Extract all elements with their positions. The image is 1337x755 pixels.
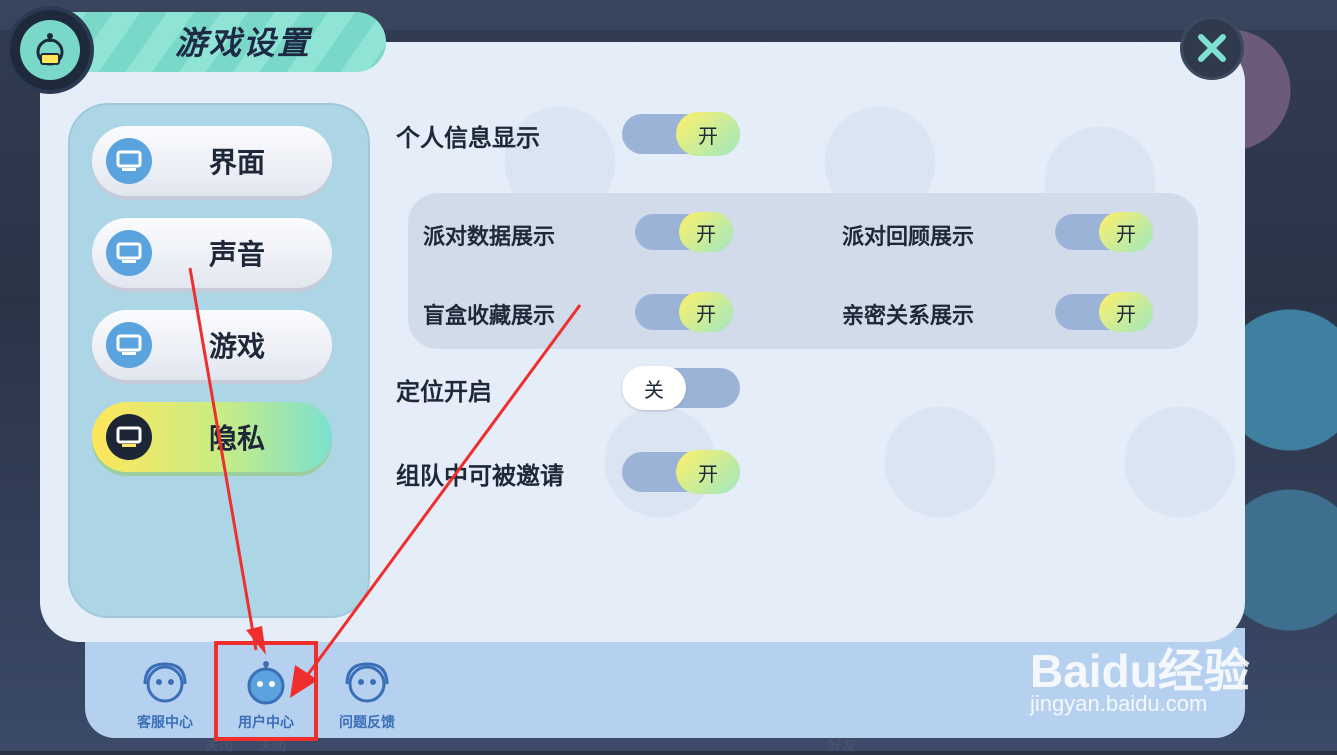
toggle-knob: 开 [1099, 292, 1153, 332]
page-title: 游戏设置 [175, 24, 312, 62]
feedback-button[interactable]: 问题反馈 [322, 660, 412, 732]
toggle-knob: 开 [679, 212, 733, 252]
intimacy-toggle[interactable]: 开 [1055, 292, 1153, 332]
headset-robot-icon [143, 662, 187, 703]
headset-robot-icon [345, 662, 389, 703]
nav-item-game[interactable]: 游戏 [92, 310, 332, 380]
watermark-url: jingyan.baidu.com [1030, 691, 1208, 716]
close-button[interactable] [1180, 16, 1244, 80]
nav-item-sound[interactable]: 声音 [92, 218, 332, 288]
baidu-watermark: Baidu经验 jingyan.baidu.com [1030, 605, 1290, 720]
bottom-fragment: 好友 [828, 738, 856, 754]
customer-service-button[interactable]: 客服中心 [120, 660, 210, 732]
nav-item-label: 声音 [208, 238, 265, 271]
toggle-knob: 开 [1099, 212, 1153, 252]
blindbox-toggle[interactable]: 开 [635, 292, 733, 332]
party-review-toggle[interactable]: 开 [1055, 212, 1153, 252]
party-review-label: 派对回顾展示 [842, 225, 975, 250]
nav-item-label: 界面 [208, 146, 265, 179]
annotation-highlight-box [214, 641, 318, 741]
toggle-knob: 关 [622, 366, 686, 410]
bottom-item-label: 客服中心 [137, 715, 193, 731]
team-invite-label: 组队中可被邀请 [396, 462, 564, 490]
team-invite-toggle[interactable]: 开 [622, 450, 740, 494]
settings-logo [6, 6, 94, 94]
intimacy-label: 亲密关系展示 [842, 304, 975, 329]
close-icon [1198, 34, 1226, 62]
nav-item-label: 隐私 [208, 422, 265, 455]
toggle-knob: 开 [676, 112, 740, 156]
location-toggle[interactable]: 关 [622, 366, 740, 410]
toggle-knob: 开 [676, 450, 740, 494]
personal-info-toggle[interactable]: 开 [622, 112, 740, 156]
party-data-toggle[interactable]: 开 [635, 212, 733, 252]
toggle-knob: 开 [679, 292, 733, 332]
party-data-label: 派对数据展示 [423, 225, 556, 250]
blindbox-label: 盲盒收藏展示 [423, 304, 556, 329]
nav-item-label: 游戏 [208, 330, 265, 363]
location-label: 定位开启 [396, 378, 492, 406]
personal-info-label: 个人信息显示 [396, 124, 540, 152]
robot-icon [20, 20, 80, 80]
bottom-item-label: 问题反馈 [339, 715, 395, 731]
nav-item-privacy[interactable]: 隐私 [92, 402, 332, 472]
nav-item-interface[interactable]: 界面 [92, 126, 332, 196]
